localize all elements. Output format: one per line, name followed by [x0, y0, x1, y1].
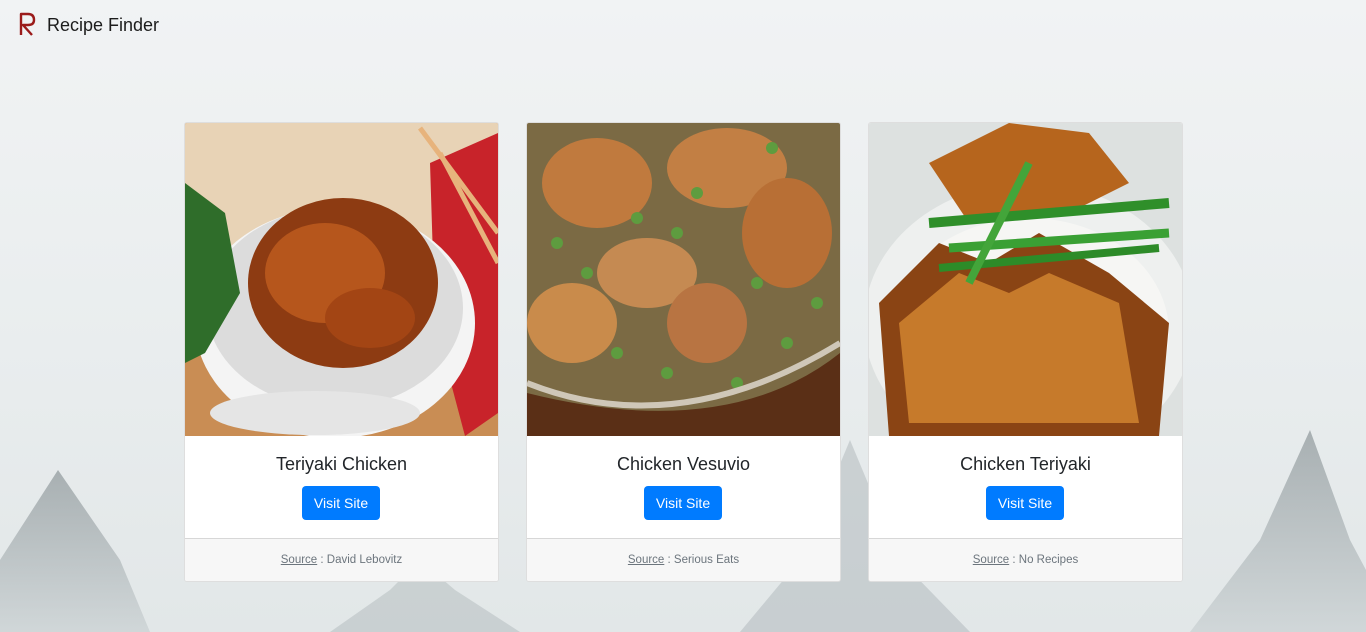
source-name: David Lebovitz: [326, 554, 403, 566]
card-footer: Source : Serious Eats: [527, 538, 840, 581]
recipe-image: [869, 123, 1182, 436]
recipe-image: [527, 123, 840, 436]
recipe-title: Chicken Teriyaki: [960, 454, 1091, 474]
card-footer: Source : David Lebovitz: [185, 538, 498, 581]
source-link[interactable]: Source: [281, 554, 317, 566]
recipe-title: Teriyaki Chicken: [275, 454, 408, 474]
recipe-card: Chicken Teriyaki Visit Site Source : No …: [868, 122, 1183, 582]
source-name: Serious Eats: [673, 554, 740, 566]
card-footer: Source : No Recipes: [869, 538, 1182, 581]
recipe-card: Teriyaki Chicken Visit Site Source : Dav…: [184, 122, 499, 582]
navbar: Recipe Finder: [0, 0, 1366, 52]
recipe-card: Chicken Vesuvio Visit Site Source : Seri…: [526, 122, 841, 582]
recipe-image: [185, 123, 498, 436]
source-link[interactable]: Source: [628, 554, 664, 566]
source-name: No Recipes: [1018, 554, 1079, 566]
recipe-title: Chicken Vesuvio: [616, 454, 751, 474]
source-separator: :: [1009, 554, 1019, 566]
source-separator: :: [664, 554, 674, 566]
brand-name[interactable]: Recipe Finder: [47, 15, 159, 36]
recipe-finder-logo-icon[interactable]: [18, 10, 38, 38]
source-link[interactable]: Source: [973, 554, 1009, 566]
visit-site-button[interactable]: Visit Site: [644, 486, 722, 520]
visit-site-button[interactable]: Visit Site: [986, 486, 1064, 520]
source-separator: :: [317, 554, 327, 566]
visit-site-button[interactable]: Visit Site: [302, 486, 380, 520]
